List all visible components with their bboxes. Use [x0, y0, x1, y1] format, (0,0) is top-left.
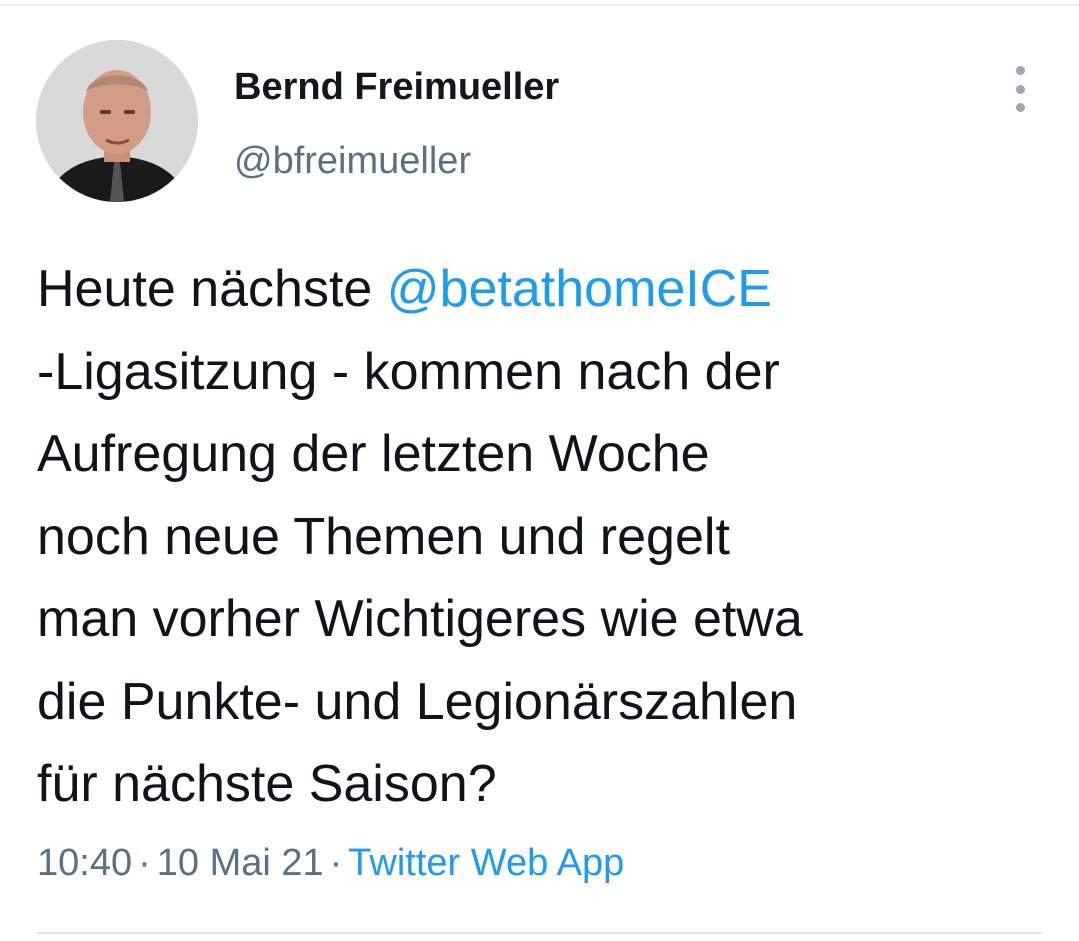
avatar[interactable]: [36, 40, 198, 202]
avatar-image: [36, 40, 198, 202]
tweet-time[interactable]: 10:40: [37, 842, 132, 884]
tweet-line: Heute nächste @betathomeICE: [37, 248, 1047, 331]
bottom-divider: [37, 932, 1042, 934]
meta-separator: ·: [138, 842, 151, 884]
tweet-line: für nächste Saison?: [37, 755, 497, 813]
more-vertical-icon: [1015, 66, 1025, 75]
tweet-meta: 10:40 · 10 Mai 21 · Twitter Web App: [37, 842, 624, 885]
mention-link[interactable]: @betathomeICE: [387, 260, 772, 318]
tweet-text: Heute nächste @betathomeICE -Ligasitzung…: [37, 248, 1047, 826]
tweet-line: -Ligasitzung - kommen nach der: [37, 342, 780, 401]
tweet-line: die Punkte- und Legionärszahlen: [37, 672, 798, 731]
top-divider: [0, 4, 1079, 6]
tweet-line: noch neue Themen und regelt: [37, 507, 730, 566]
author-handle[interactable]: @bfreimueller: [234, 140, 471, 183]
tweet-line: man vorher Wichtigeres wie etwa: [37, 590, 803, 648]
author-display-name[interactable]: Bernd Freimueller: [234, 66, 559, 109]
tweet-source-link[interactable]: Twitter Web App: [348, 842, 624, 884]
tweet-text-prefix: Heute nächste: [37, 260, 387, 318]
more-options-button[interactable]: [1000, 66, 1040, 112]
more-vertical-icon-dot: [1015, 103, 1025, 112]
tweet-line: Aufregung der letzten Woche: [37, 425, 710, 483]
tweet-date[interactable]: 10 Mai 21: [157, 842, 324, 884]
more-vertical-icon-dot: [1015, 84, 1025, 94]
meta-separator: ·: [329, 842, 343, 884]
